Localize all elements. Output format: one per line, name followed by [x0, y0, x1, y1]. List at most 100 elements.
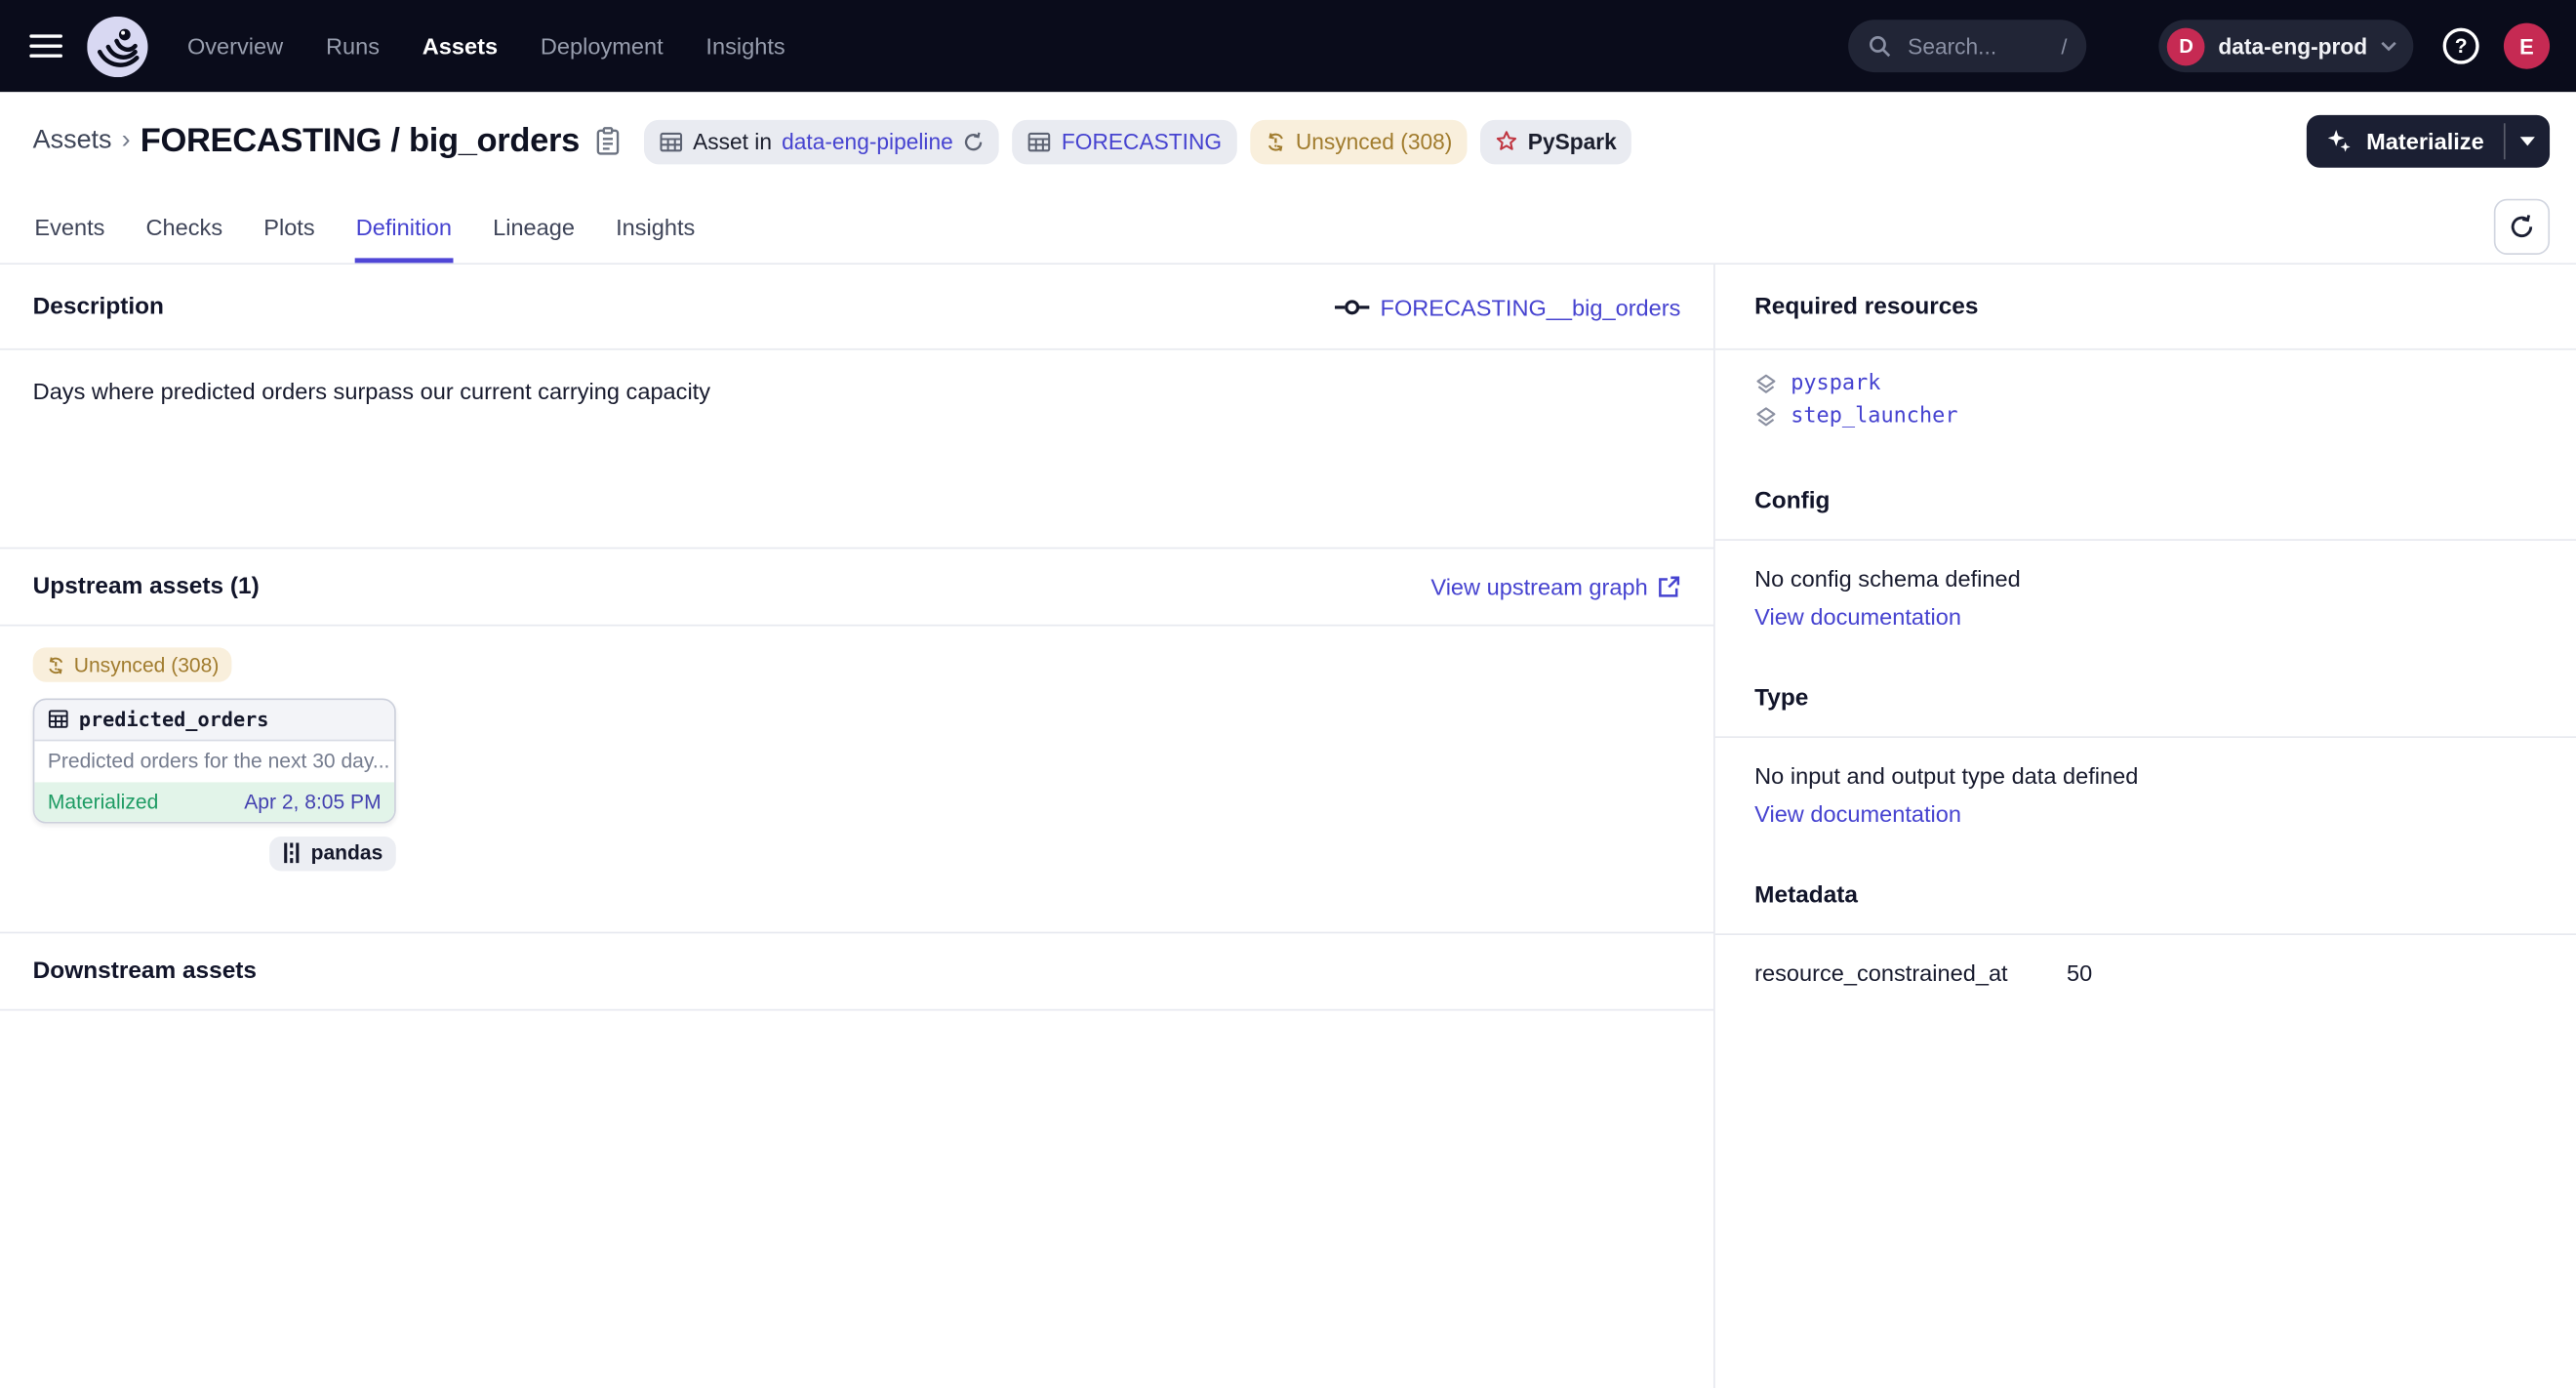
materialized-status: Materialized: [48, 790, 158, 813]
user-avatar[interactable]: E: [2504, 23, 2550, 69]
metadata-value: 50: [2067, 959, 2092, 986]
type-docs-link[interactable]: View documentation: [1754, 800, 1961, 827]
nav-item-insights[interactable]: Insights: [705, 33, 785, 60]
definition-content: Description FORECASTING__big_orders Days…: [0, 265, 2576, 1388]
search-box[interactable]: /: [1849, 20, 2087, 72]
asset-description: Predicted orders for the next 30 day...: [34, 740, 394, 781]
hamburger-menu-button[interactable]: [29, 34, 62, 59]
asset-name: predicted_orders: [79, 708, 269, 731]
upstream-asset-card[interactable]: predicted_orders Predicted orders for th…: [33, 698, 396, 823]
resource-name: step_launcher: [1791, 404, 1957, 429]
sparkle-icon: [2327, 128, 2354, 154]
workspace-switcher[interactable]: D data-eng-prod: [2159, 20, 2414, 72]
search-shortcut: /: [2061, 34, 2067, 59]
tag-compute-kind[interactable]: PySpark: [1480, 119, 1631, 163]
dagster-logo[interactable]: [87, 16, 147, 76]
pipeline-link[interactable]: data-eng-pipeline: [782, 129, 953, 153]
asset-card-header: predicted_orders: [34, 699, 394, 740]
upstream-heading: Upstream assets (1): [33, 574, 260, 600]
caret-down-icon: [2520, 137, 2535, 146]
required-resources-list: pyspark step_launcher: [1715, 350, 2576, 462]
external-link-icon: [1658, 575, 1681, 598]
metadata-heading: Metadata: [1754, 881, 1858, 908]
job-link[interactable]: FORECASTING__big_orders: [1334, 294, 1680, 320]
description-text: Days where predicted orders surpass our …: [0, 350, 1713, 550]
unsynced-icon: [1265, 131, 1286, 152]
resource-icon: [1754, 372, 1778, 395]
sync-status-label: Unsynced (308): [74, 653, 220, 676]
tab-definition[interactable]: Definition: [354, 190, 454, 263]
tag-sync-label: Unsynced (308): [1296, 129, 1452, 153]
breadcrumb-assets-link[interactable]: Assets: [33, 127, 112, 156]
asset-card-tags: pandas: [33, 836, 396, 870]
table-icon: [48, 709, 69, 730]
copy-asset-key-button[interactable]: [594, 127, 621, 156]
config-docs-link[interactable]: View documentation: [1754, 603, 1961, 630]
tag-asset-group[interactable]: FORECASTING: [1012, 119, 1236, 163]
deployment-badge: D: [2167, 27, 2205, 65]
nav-item-deployment[interactable]: Deployment: [541, 33, 664, 60]
upstream-section-header: Upstream assets (1) View upstream graph: [0, 549, 1713, 626]
resource-link-step-launcher[interactable]: step_launcher: [1754, 404, 2536, 429]
type-heading: Type: [1754, 684, 1808, 711]
workspace-name: data-eng-prod: [2218, 34, 2367, 59]
metadata-row: resource_constrained_at 50: [1754, 959, 2536, 986]
description-heading: Description: [33, 294, 164, 320]
resource-link-pyspark[interactable]: pyspark: [1754, 372, 2536, 396]
nav-item-overview[interactable]: Overview: [187, 33, 283, 60]
tab-checks[interactable]: Checks: [144, 190, 224, 263]
metadata-table: resource_constrained_at 50: [1715, 935, 2576, 986]
config-heading: Config: [1754, 487, 1830, 513]
required-resources-header: Required resources: [1715, 265, 2576, 350]
dagster-app: Overview Runs Assets Deployment Insights…: [0, 0, 2576, 1388]
downstream-heading: Downstream assets: [33, 959, 257, 985]
sync-status-badge[interactable]: Unsynced (308): [33, 647, 232, 681]
compute-kind-tag[interactable]: pandas: [270, 836, 396, 870]
refresh-page-button[interactable]: [2494, 199, 2550, 255]
materialize-caret-button[interactable]: [2506, 115, 2550, 168]
help-button[interactable]: ?: [2443, 28, 2479, 64]
hamburger-icon: [29, 34, 62, 38]
asset-tabs: Events Checks Plots Definition Lineage I…: [0, 190, 2576, 265]
job-link-label: FORECASTING__big_orders: [1381, 294, 1681, 320]
materialized-timestamp[interactable]: Apr 2, 8:05 PM: [244, 790, 381, 813]
compute-kind-label: pandas: [311, 841, 383, 865]
search-input[interactable]: [1905, 32, 2048, 61]
page-title: FORECASTING / big_orders: [141, 122, 580, 161]
tag-asset-in-prefix: Asset in: [693, 129, 772, 153]
question-icon: ?: [2455, 34, 2468, 58]
job-icon: [1334, 297, 1370, 316]
metadata-header: Metadata: [1715, 856, 2576, 935]
spark-star-icon: [1495, 130, 1518, 153]
materialize-split-button: Materialize: [2308, 115, 2550, 168]
refresh-icon[interactable]: [963, 131, 985, 152]
nav-item-runs[interactable]: Runs: [326, 33, 380, 60]
pandas-icon: [283, 841, 302, 865]
table-icon: [659, 129, 683, 153]
group-icon: [1027, 129, 1052, 153]
left-column: Description FORECASTING__big_orders Days…: [0, 265, 1715, 1388]
tag-group-label: FORECASTING: [1062, 129, 1222, 153]
tab-events[interactable]: Events: [33, 190, 106, 263]
required-resources-heading: Required resources: [1754, 294, 1978, 320]
top-nav: Overview Runs Assets Deployment Insights…: [0, 0, 2576, 92]
tab-insights[interactable]: Insights: [614, 190, 697, 263]
tag-asset-in-job: Asset in data-eng-pipeline: [644, 119, 999, 163]
clipboard-icon: [594, 127, 621, 156]
tag-sync-status[interactable]: Unsynced (308): [1250, 119, 1468, 163]
view-upstream-graph-link[interactable]: View upstream graph: [1430, 574, 1680, 600]
type-header: Type: [1715, 659, 2576, 738]
asset-tags: Asset in data-eng-pipeline FORECASTING: [644, 119, 1631, 163]
upstream-assets-list: Unsynced (308) predicted_orders Predicte…: [0, 626, 1713, 933]
downstream-section-header: Downstream assets: [0, 933, 1713, 1010]
materialize-button[interactable]: Materialize: [2308, 115, 2504, 168]
config-empty-message: No config schema defined: [1754, 565, 2536, 592]
tab-plots[interactable]: Plots: [262, 190, 317, 263]
unsynced-icon: [46, 655, 65, 674]
nav-right: / D data-eng-prod ? E: [1849, 20, 2551, 72]
nav-item-assets[interactable]: Assets: [423, 33, 498, 60]
config-header: Config: [1715, 462, 2576, 541]
refresh-icon: [2509, 214, 2535, 240]
view-upstream-graph-label: View upstream graph: [1430, 574, 1647, 600]
tab-lineage[interactable]: Lineage: [491, 190, 576, 263]
